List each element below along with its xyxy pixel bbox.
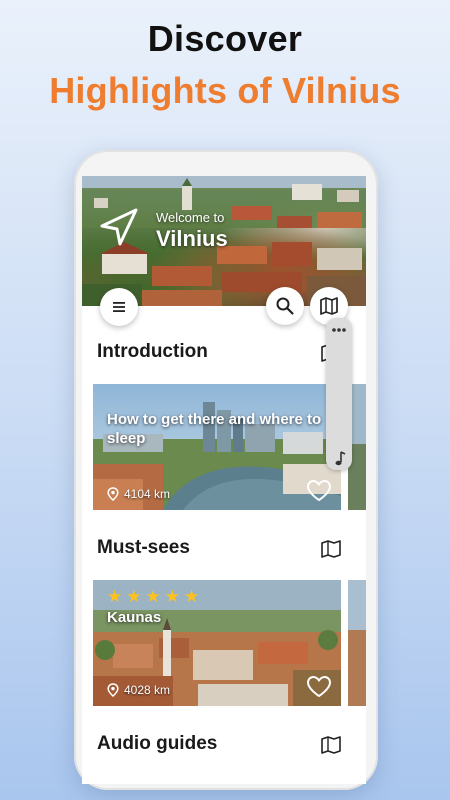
star-icon: ★	[184, 587, 200, 606]
floating-side-panel[interactable]	[326, 318, 352, 470]
music-note-icon[interactable]	[326, 448, 352, 470]
section-title-introduction: Introduction	[97, 341, 208, 362]
location-pin-icon	[107, 683, 119, 697]
star-icon: ★	[126, 587, 142, 606]
map-icon	[320, 297, 338, 315]
card-intro-distance-text: 4104 km	[124, 487, 171, 501]
promo-title: Discover	[147, 18, 303, 59]
card-must-see[interactable]: ★ ★ ★ ★ ★ Kaunas 4028 km	[93, 580, 341, 706]
card-must-see-distance: 4028 km	[107, 683, 170, 697]
card-intro-title: How to get there and where to sleep	[107, 411, 322, 447]
card-must-see-title: Kaunas	[107, 609, 162, 626]
card-intro-distance: 4104 km	[107, 487, 170, 501]
section-map-icon[interactable]	[320, 735, 346, 757]
section-map-icon[interactable]	[320, 539, 346, 561]
search-button[interactable]	[266, 287, 304, 325]
menu-icon	[113, 302, 125, 312]
card-peek-image	[348, 580, 366, 706]
promo-subtitle: Highlights of Vilnius	[49, 70, 401, 111]
menu-button[interactable]	[100, 288, 138, 326]
heart-icon[interactable]	[306, 479, 332, 503]
navigation-arrow-icon	[100, 208, 138, 246]
section-title-must-sees: Must-sees	[97, 537, 190, 558]
card-must-see-distance-text: 4028 km	[124, 683, 171, 697]
card-intro[interactable]: How to get there and where to sleep 4104…	[93, 384, 341, 510]
heart-icon[interactable]	[306, 675, 332, 699]
hero-image: Welcome to Vilnius	[82, 176, 366, 306]
star-icon: ★	[145, 587, 161, 606]
location-pin-icon	[107, 487, 119, 501]
hero-welcome-text: Welcome to	[156, 210, 225, 225]
card-must-see-next-peek[interactable]	[348, 580, 366, 706]
hero-city-name: Vilnius	[156, 226, 228, 251]
more-dots-icon[interactable]	[326, 320, 352, 340]
card-must-see-rating: ★ ★ ★ ★ ★	[107, 588, 199, 605]
app-screen: Welcome to Vilnius Introduction How to g…	[82, 176, 366, 784]
section-title-audio-guides: Audio guides	[97, 733, 218, 754]
star-icon: ★	[107, 587, 123, 606]
search-icon	[276, 297, 294, 315]
star-icon: ★	[164, 587, 180, 606]
